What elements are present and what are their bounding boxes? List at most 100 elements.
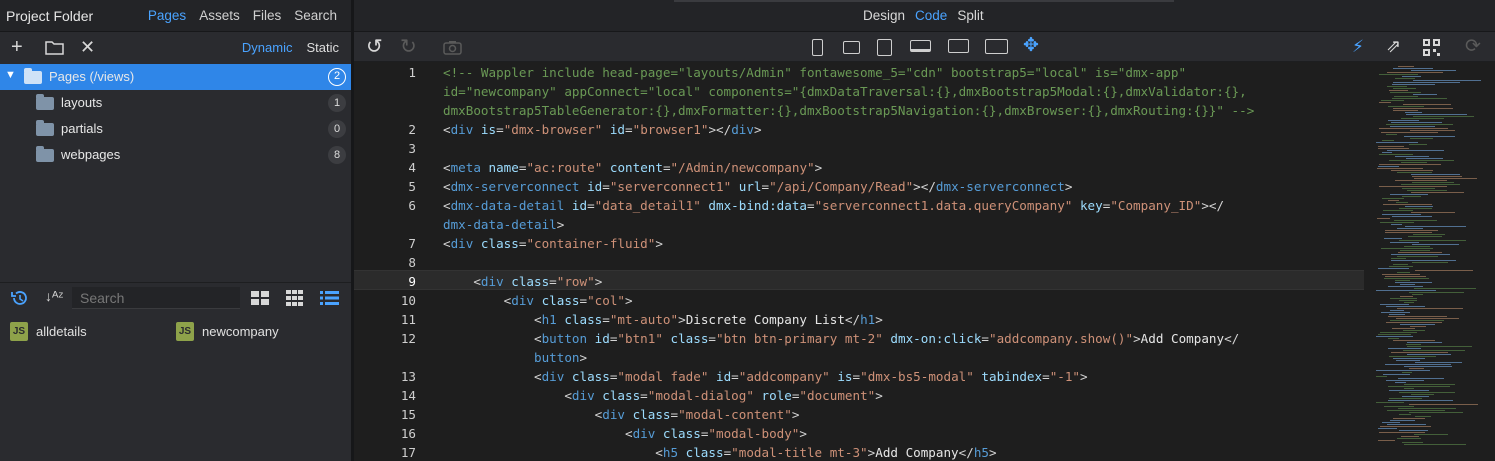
minimap-line — [1393, 418, 1425, 419]
minimap-line — [1396, 318, 1459, 319]
lightning-icon[interactable]: ⚡︎ — [1352, 38, 1364, 55]
code-line: <dmx-data-detail id="data_detail1" dmx-b… — [443, 198, 1225, 213]
share-icon[interactable]: ⇗ — [1386, 37, 1401, 55]
minimap-line — [1387, 150, 1444, 151]
new-folder-icon[interactable] — [45, 40, 64, 55]
tab-files[interactable]: Files — [253, 8, 282, 23]
close-icon[interactable]: ✕ — [80, 38, 95, 56]
minimap-line — [1378, 146, 1404, 147]
minimap-line — [1393, 110, 1418, 111]
mode-dynamic[interactable]: Dynamic — [242, 40, 293, 55]
mode-split[interactable]: Split — [957, 8, 983, 23]
qr-code-icon[interactable] — [1423, 39, 1440, 56]
minimap-line — [1382, 140, 1394, 141]
minimap-line — [1395, 282, 1432, 283]
minimap-line — [1390, 320, 1444, 321]
tab-search[interactable]: Search — [294, 8, 337, 23]
move-arrows-icon[interactable]: ✥ — [1023, 36, 1039, 55]
minimap-line — [1413, 80, 1481, 81]
minimap-line — [1389, 90, 1408, 91]
line-number: 2 — [408, 122, 416, 137]
minimap-line — [1390, 298, 1417, 299]
sort-az-icon[interactable]: ↓ᴬᶻ — [45, 289, 63, 303]
minimap-line — [1403, 350, 1465, 351]
add-icon[interactable]: + — [11, 37, 23, 57]
minimap-line — [1395, 156, 1429, 157]
tree-item-pages[interactable]: ▼ Pages (/views) 2 — [0, 64, 351, 90]
minimap-line — [1390, 242, 1419, 243]
line-number: 3 — [408, 141, 416, 156]
minimap-line — [1401, 184, 1460, 185]
minimap-line — [1391, 122, 1442, 123]
list-view-icon[interactable] — [320, 291, 339, 305]
minimap-line — [1376, 336, 1413, 337]
large-grid-icon[interactable] — [251, 291, 269, 305]
camera-icon[interactable] — [443, 40, 462, 55]
minimap-line — [1392, 216, 1432, 217]
tablet-icon[interactable] — [877, 39, 892, 56]
file-item-newcompany[interactable]: JS newcompany — [176, 322, 316, 342]
wide-desktop-icon[interactable] — [985, 39, 1008, 54]
tree-item-layouts[interactable]: layouts 1 — [0, 90, 351, 116]
code-editor[interactable]: 1 <!-- Wappler include head-page="layouts… — [354, 64, 1364, 461]
mode-code[interactable]: Code — [915, 8, 947, 23]
line-number: 1 — [408, 65, 416, 80]
minimap-line — [1389, 356, 1436, 357]
minimap-line — [1413, 94, 1437, 95]
code-minimap[interactable] — [1364, 64, 1495, 461]
minimap-line — [1415, 416, 1431, 417]
phone-landscape-icon[interactable] — [843, 41, 860, 54]
line-number: 4 — [408, 160, 416, 175]
mode-design[interactable]: Design — [863, 8, 905, 23]
minimap-line — [1409, 144, 1427, 145]
folder-icon — [36, 146, 54, 162]
line-number: 10 — [400, 293, 416, 308]
render-mode-tabs: Dynamic Static — [242, 40, 339, 55]
minimap-line — [1404, 136, 1455, 137]
minimap-line — [1413, 116, 1474, 117]
laptop-icon[interactable] — [910, 40, 931, 52]
phone-portrait-icon[interactable] — [812, 39, 823, 56]
code-line: <div class="modal-dialog" role="document… — [443, 388, 883, 403]
search-input[interactable]: Search — [72, 287, 240, 309]
tab-assets[interactable]: Assets — [199, 8, 240, 23]
minimap-line — [1393, 340, 1435, 341]
minimap-line — [1414, 178, 1477, 179]
minimap-line — [1384, 238, 1402, 239]
desktop-icon[interactable] — [948, 39, 969, 53]
minimap-line — [1411, 212, 1455, 213]
history-icon[interactable] — [10, 289, 30, 307]
minimap-line — [1405, 206, 1433, 207]
chevron-down-icon[interactable]: ▼ — [5, 70, 16, 81]
tree-item-label: layouts — [61, 95, 103, 110]
file-name: newcompany — [202, 324, 279, 339]
code-line: <div class="modal fade" id="addcompany" … — [443, 369, 1088, 384]
minimap-line — [1380, 332, 1417, 333]
minimap-line — [1392, 84, 1435, 85]
refresh-icon[interactable]: ⟳ — [1465, 37, 1481, 56]
minimap-line — [1391, 170, 1433, 171]
minimap-line — [1379, 154, 1413, 155]
undo-icon[interactable]: ↺ — [366, 37, 383, 57]
minimap-line — [1377, 218, 1390, 219]
tree-item-partials[interactable]: partials 0 — [0, 116, 351, 142]
minimap-line — [1379, 102, 1391, 103]
tree-item-webpages[interactable]: webpages 8 — [0, 142, 351, 168]
minimap-line — [1414, 288, 1476, 289]
minimap-line — [1398, 66, 1414, 67]
minimap-line — [1391, 224, 1402, 225]
tab-pages[interactable]: Pages — [148, 8, 186, 23]
minimap-line — [1415, 270, 1473, 271]
minimap-line — [1407, 342, 1442, 343]
minimap-line — [1400, 284, 1415, 285]
redo-icon[interactable]: ↻ — [400, 37, 417, 57]
code-line: <div class="modal-content"> — [443, 407, 800, 422]
file-item-alldetails[interactable]: JS alldetails — [10, 322, 130, 342]
code-line: <!-- Wappler include head-page="layouts/… — [443, 65, 1187, 80]
files-toolbar: ↓ᴬᶻ Search — [0, 282, 351, 312]
small-grid-icon[interactable] — [286, 290, 303, 306]
minimap-line — [1414, 434, 1448, 435]
minimap-line — [1399, 392, 1455, 393]
minimap-line — [1376, 142, 1418, 143]
mode-static[interactable]: Static — [306, 40, 339, 55]
